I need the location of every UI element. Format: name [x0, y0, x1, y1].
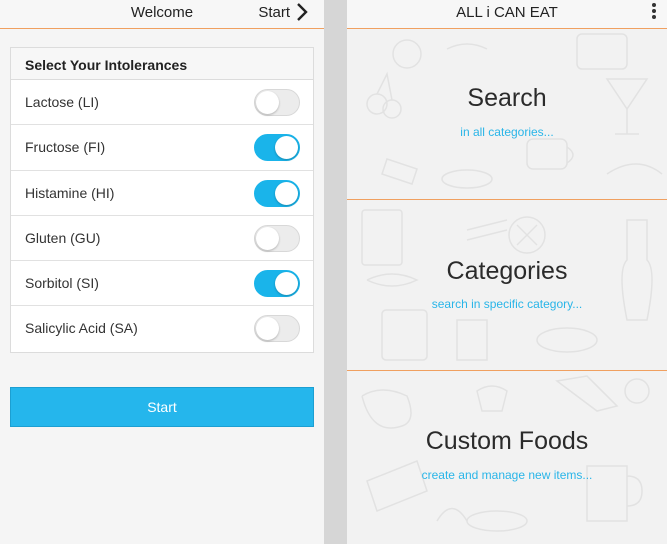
intolerance-label: Fructose (FI) [25, 139, 106, 156]
fructose-toggle[interactable] [254, 134, 300, 162]
toggle-knob [256, 317, 279, 341]
intolerance-label: Sorbitol (SI) [25, 275, 99, 292]
toggle-knob [256, 91, 279, 114]
intolerance-row-fructose[interactable]: Fructose (FI) [11, 125, 313, 171]
custom-foods-section[interactable]: Custom Foods create and manage new items… [347, 371, 667, 542]
intolerance-label: Histamine (HI) [25, 184, 115, 201]
categories-title: Categories [446, 257, 568, 285]
intolerance-label: Lactose (LI) [25, 94, 99, 110]
salicylic-acid-toggle[interactable] [254, 315, 300, 343]
intolerance-row-lactose[interactable]: Lactose (LI) [11, 80, 313, 126]
custom-foods-title: Custom Foods [425, 427, 589, 455]
toggle-knob [275, 136, 298, 160]
app-title: ALL i CAN EAT [456, 4, 558, 21]
categories-section[interactable]: Categories search in specific category..… [347, 200, 667, 371]
toggle-knob [275, 272, 298, 296]
intolerance-row-histamine[interactable]: Histamine (HI) [11, 171, 313, 216]
screen-separator [324, 0, 347, 544]
left-navbar: Welcome Start [0, 0, 324, 29]
intolerance-row-gluten[interactable]: Gluten (GU) [11, 216, 313, 262]
food-doodle-background [366, 33, 663, 189]
nav-start-button[interactable]: Start [258, 2, 310, 22]
toggle-knob [275, 181, 298, 205]
categories-subtitle: search in specific category... [431, 297, 583, 311]
nav-start-label: Start [258, 3, 290, 21]
food-doodle-background [361, 375, 650, 532]
chevron-right-icon [297, 3, 308, 21]
search-section[interactable]: Search in all categories... [347, 29, 667, 200]
intolerances-card: Select Your Intolerances Lactose (LI) Fr… [10, 47, 314, 353]
search-subtitle: in all categories... [460, 125, 554, 139]
more-options-icon[interactable] [651, 3, 657, 23]
home-screen: ALL i CAN EAT Search in all categories..… [347, 0, 667, 544]
intolerance-row-sorbitol[interactable]: Sorbitol (SI) [11, 261, 313, 307]
right-navbar: ALL i CAN EAT [347, 0, 667, 29]
custom-foods-subtitle: create and manage new items... [421, 468, 593, 482]
intolerance-label: Salicylic Acid (SA) [25, 320, 138, 337]
histamine-toggle[interactable] [254, 179, 300, 207]
search-title: Search [467, 84, 547, 112]
toggle-knob [256, 226, 279, 250]
gluten-toggle[interactable] [254, 224, 300, 252]
start-button[interactable]: Start [10, 387, 314, 427]
lactose-toggle[interactable] [254, 89, 300, 116]
intolerances-heading: Select Your Intolerances [11, 48, 313, 80]
sorbitol-toggle[interactable] [254, 270, 300, 298]
intolerance-screen: Welcome Start Select Your Intolerances L… [0, 0, 325, 544]
intolerance-label: Gluten (GU) [25, 229, 101, 246]
intolerance-row-salicylic-acid[interactable]: Salicylic Acid (SA) [11, 306, 313, 351]
